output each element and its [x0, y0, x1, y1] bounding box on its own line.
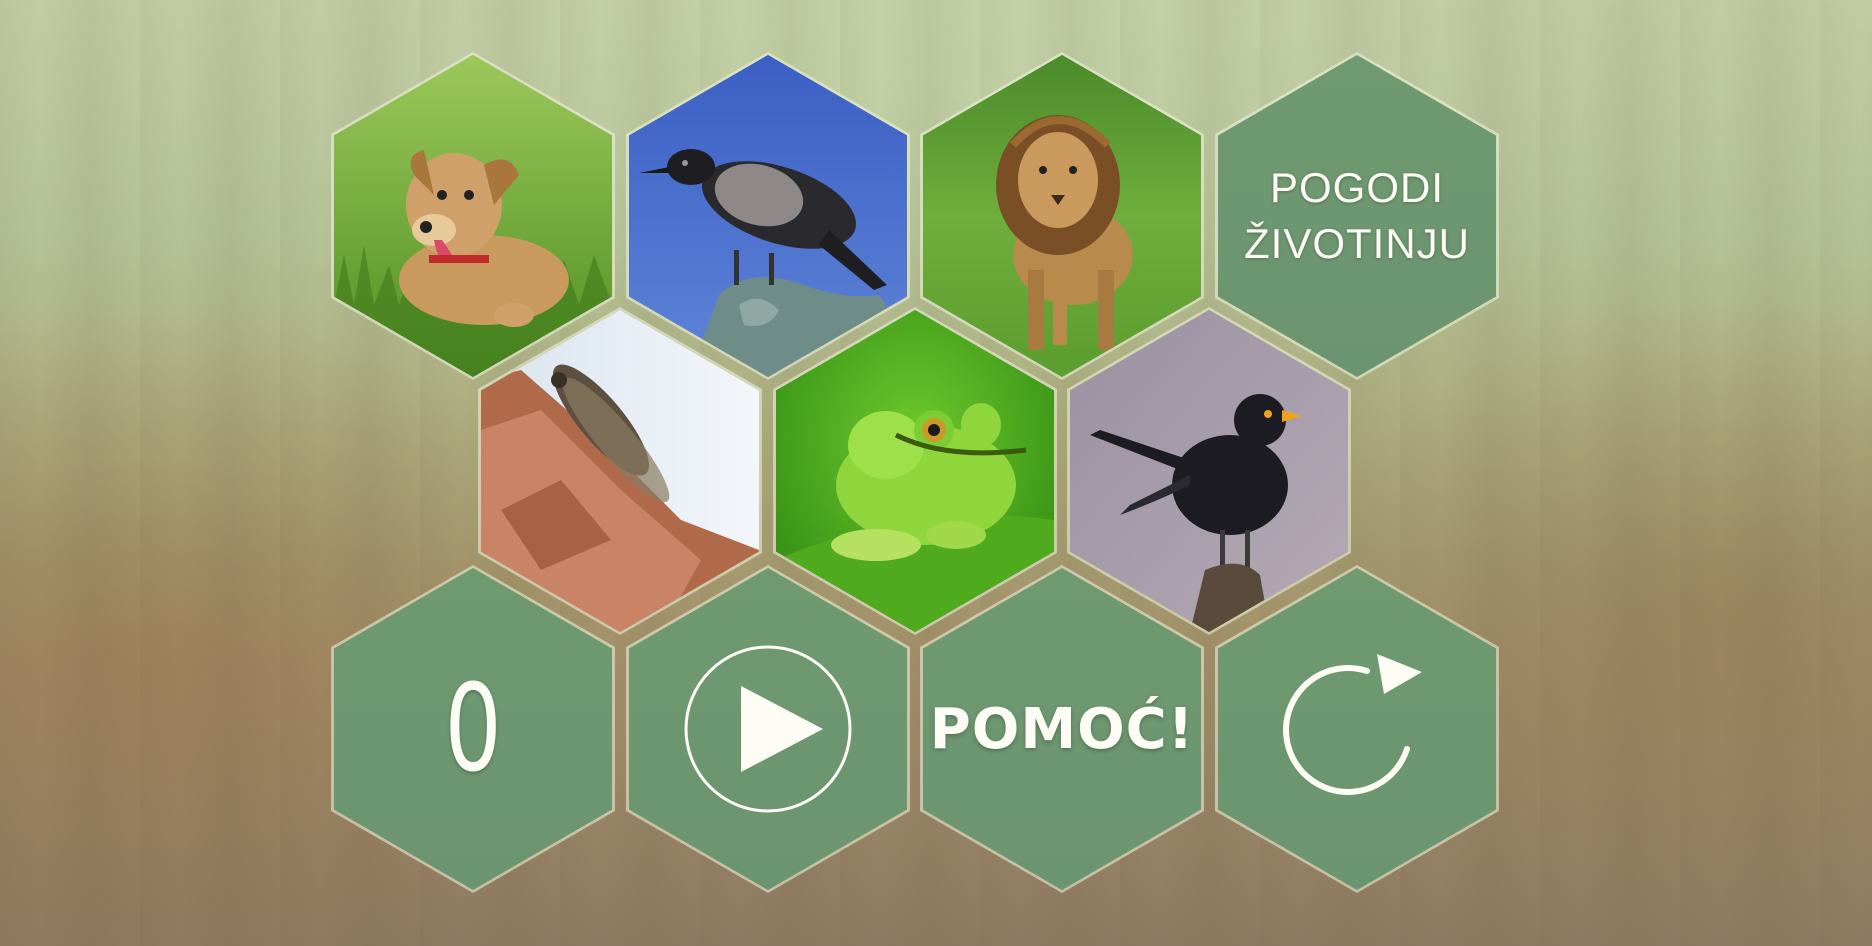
restart-icon — [1282, 654, 1422, 796]
tile-frog[interactable] — [773, 307, 1057, 635]
cicada-photo-icon — [481, 310, 759, 632]
tile-lion[interactable] — [920, 52, 1204, 380]
title-line-1: POGODI — [1269, 164, 1445, 211]
tile-dog[interactable] — [331, 52, 615, 380]
lion-photo-icon — [923, 55, 1201, 377]
tile-cicada[interactable] — [478, 307, 762, 635]
tile-blackbird[interactable] — [1067, 307, 1351, 635]
score-value: 0 — [444, 659, 502, 799]
title-line-2: ŽIVOTINJU — [1244, 220, 1470, 267]
dog-photo-icon — [334, 55, 612, 377]
restart-button[interactable] — [1215, 565, 1499, 893]
blackbird-photo-icon — [1070, 310, 1348, 632]
help-button[interactable]: POMOĆ! — [920, 565, 1204, 893]
play-button[interactable] — [626, 565, 910, 893]
tile-title: POGODI ŽIVOTINJU — [1215, 52, 1499, 380]
crow-photo-icon — [629, 55, 907, 377]
game-title: POGODI ŽIVOTINJU — [1244, 160, 1470, 272]
play-icon — [684, 645, 852, 813]
score-tile: 0 — [331, 565, 615, 893]
help-label: POMOĆ! — [929, 696, 1195, 762]
frog-photo-icon — [776, 310, 1054, 632]
tile-crow[interactable] — [626, 52, 910, 380]
